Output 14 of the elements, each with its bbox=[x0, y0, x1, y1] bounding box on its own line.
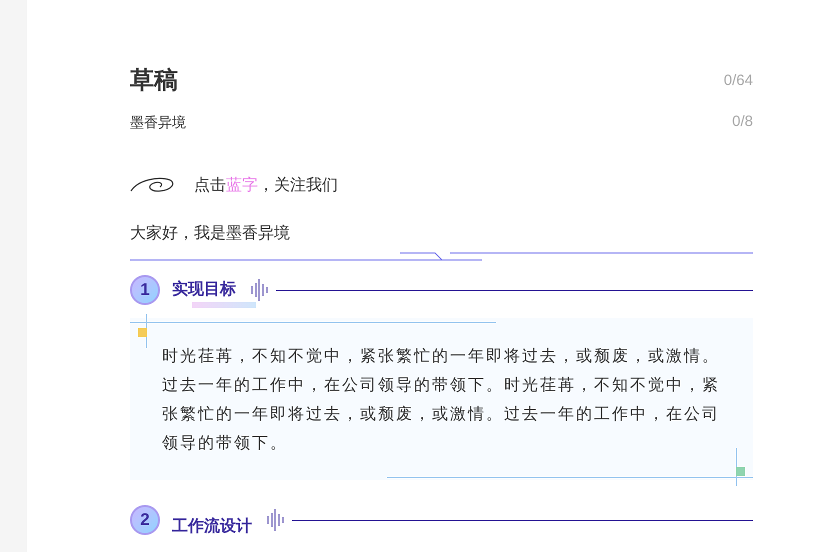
follow-text: 点击蓝字，关注我们 bbox=[194, 176, 338, 196]
section-number-badge: 2 bbox=[130, 505, 160, 535]
sound-wave-icon bbox=[250, 279, 270, 301]
author-name: 墨香异境 bbox=[130, 112, 186, 132]
sound-wave-icon bbox=[266, 509, 286, 531]
character-count: 0/8 bbox=[732, 112, 753, 132]
highlight-bar bbox=[192, 302, 256, 308]
section-title: 工作流设计 bbox=[172, 518, 252, 535]
section-title: 实现目标 bbox=[172, 281, 236, 298]
paragraph-text: 时光荏苒，不知不觉中，紧张繁忙的一年即将过去，或颓废，或激情。过去一年的工作中，在公司领导的带领下。时光荏苒，不知不觉中，紧张繁忙的一年即将过去，或颓废，或激情。过去一年的工作中，在公司领导的带领下。 bbox=[162, 346, 721, 454]
character-count: 0/64 bbox=[724, 70, 753, 91]
draft-title: 草稿 bbox=[130, 66, 178, 96]
section-number-badge: 1 bbox=[130, 275, 160, 305]
greeting-text: 大家好，我是墨香异境 bbox=[130, 224, 291, 244]
